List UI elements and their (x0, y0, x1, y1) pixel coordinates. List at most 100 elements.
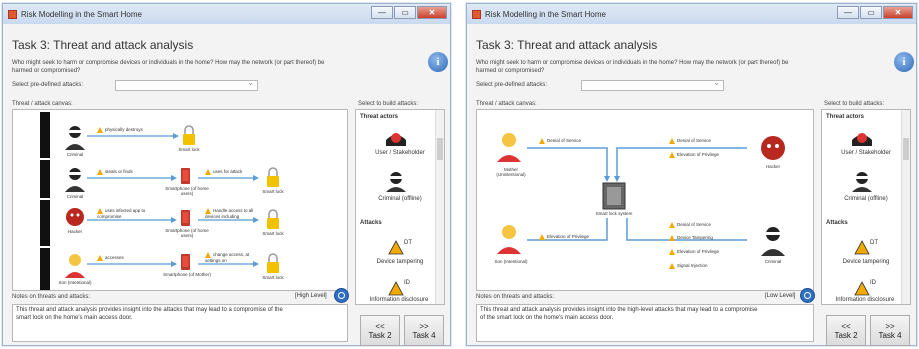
user-stakeholder-icon (386, 133, 406, 146)
title-bar[interactable]: Risk Modelling in the Smart Home — ▭ ✕ (467, 4, 916, 24)
criminal-offline-label[interactable]: Criminal (offline) (828, 196, 904, 202)
device-label: Smartphone (of home users) (165, 228, 209, 238)
prev-label: Task 2 (834, 331, 858, 340)
palette-label: Select to build attacks: (358, 101, 419, 107)
dt-code: DT (870, 240, 878, 246)
window-right: Risk Modelling in the Smart Home — ▭ ✕ T… (466, 3, 917, 346)
info-icon[interactable]: i (428, 52, 448, 72)
user-stakeholder-label[interactable]: User / Stakeholder (828, 150, 904, 156)
prev-task-button[interactable]: << Task 2 (826, 315, 866, 346)
question-line: Who might seek to harm or compromise dev… (476, 60, 789, 66)
attack-label: Denial of Service (669, 222, 711, 228)
criminal-offline-label[interactable]: Criminal (offline) (362, 196, 438, 202)
notes-line: This threat and attack analysis provides… (16, 307, 283, 313)
select-label: Select pre-defined attacks: (12, 82, 84, 88)
level-toggle[interactable]: [Low Level] (765, 293, 795, 299)
next-label: Task 4 (878, 331, 902, 340)
question-line: harmed or compromised? (476, 68, 545, 74)
warning-icon (388, 281, 404, 296)
window-content: Task 3: Threat and attack analysis i Who… (3, 24, 450, 346)
minimize-button[interactable]: — (837, 6, 859, 19)
attack-label: physically destroys (97, 127, 143, 133)
lock-icon (183, 125, 195, 145)
smartphone-icon (181, 168, 190, 184)
warning-icon (854, 281, 870, 296)
next-task-button[interactable]: >> Task 4 (404, 315, 444, 346)
prev-arrow: << (841, 322, 851, 331)
app-icon (472, 9, 481, 19)
question-text: Who might seek to harm or compromise dev… (476, 59, 876, 75)
zoom-icon[interactable] (800, 288, 815, 303)
information-disclosure-label[interactable]: Information disclosure (824, 297, 906, 303)
id-code: ID (404, 280, 410, 286)
notes-textarea[interactable]: This threat and attack analysis provides… (476, 304, 814, 342)
smartphone-icon (181, 254, 190, 270)
attacks-heading: Attacks (826, 220, 848, 226)
actor-label: Criminal (66, 194, 84, 199)
smart-lock-system-icon (602, 182, 626, 210)
device-label: Smartphone (of Mother) (163, 272, 211, 277)
attack-label: Device Tampering (669, 235, 713, 241)
title-bar[interactable]: Risk Modelling in the Smart Home — ▭ ✕ (3, 4, 450, 24)
warning-icon (854, 240, 870, 255)
user-stakeholder-icon (852, 133, 872, 146)
information-disclosure-label[interactable]: Information disclosure (358, 297, 440, 303)
attack-palette[interactable]: Threat actors User / Stakeholder Crimina… (821, 109, 911, 305)
close-button[interactable]: ✕ (417, 6, 447, 19)
attack-label: steals or finds (97, 169, 133, 175)
close-button[interactable]: ✕ (883, 6, 913, 19)
criminal-label: Criminal (764, 259, 782, 264)
user-stakeholder-label[interactable]: User / Stakeholder (362, 150, 438, 156)
palette-icons (852, 133, 872, 296)
son-icon (65, 254, 85, 278)
actor-label: Son (Intentional) (58, 280, 92, 285)
question-line: harmed or compromised? (12, 68, 81, 74)
next-task-button[interactable]: >> Task 4 (870, 315, 910, 346)
device-tampering-label[interactable]: Device tampering (362, 259, 438, 265)
target-label: Smart lock (262, 231, 284, 236)
smartphone-icon (181, 210, 190, 226)
hacker-icon (761, 136, 785, 160)
zoom-icon[interactable] (334, 288, 349, 303)
actor-label: Hacker (67, 229, 83, 234)
attack-canvas[interactable]: Criminal physically destroys Smart lock … (12, 109, 348, 291)
attack-label: change access, at settings on (205, 252, 250, 263)
actor-label: Criminal (66, 152, 84, 157)
maximize-button[interactable]: ▭ (394, 6, 416, 19)
target-label: Smart lock (262, 275, 284, 280)
canvas-label: Threat / attack canvas: (476, 101, 537, 107)
maximize-button[interactable]: ▭ (860, 6, 882, 19)
attack-label: Elevation of Privilege (669, 152, 719, 158)
lock-icon (267, 167, 279, 187)
info-icon[interactable]: i (894, 52, 914, 72)
question-text: Who might seek to harm or compromise dev… (12, 59, 412, 75)
prev-task-button[interactable]: << Task 2 (360, 315, 400, 346)
lock-icon (267, 253, 279, 273)
system-label: Smart lock system (595, 211, 633, 216)
criminal-icon (65, 126, 85, 150)
attack-canvas[interactable]: Mother (Unintentional) Son (Intentional)… (476, 109, 814, 291)
next-arrow: >> (419, 322, 429, 331)
notes-line: of the smart lock on the home's main acc… (480, 314, 614, 321)
attack-palette[interactable]: Threat actors User / Stakeholder Crimina… (355, 109, 445, 305)
criminal-icon (65, 168, 85, 192)
predefined-attacks-select[interactable] (115, 78, 258, 91)
level-toggle[interactable]: [High Level] (295, 293, 327, 299)
attack-label: Denial of Service (539, 138, 581, 144)
page-title: Task 3: Threat and attack analysis (476, 38, 658, 52)
warning-icon (388, 240, 404, 255)
page-title: Task 3: Threat and attack analysis (12, 38, 194, 52)
window-content: Task 3: Threat and attack analysis i Who… (467, 24, 916, 346)
prev-label: Task 2 (368, 331, 392, 340)
dt-code: DT (404, 240, 412, 246)
attack-label: Signal Injection (669, 263, 708, 269)
notes-textarea[interactable]: This threat and attack analysis provides… (12, 304, 348, 342)
attacks-heading: Attacks (360, 220, 382, 226)
device-tampering-label[interactable]: Device tampering (828, 259, 904, 265)
criminal-icon (852, 172, 872, 192)
minimize-button[interactable]: — (371, 6, 393, 19)
left-canvas-diagram (65, 125, 279, 278)
window-title: Risk Modelling in the Smart Home (485, 9, 606, 19)
predefined-attacks-select[interactable] (581, 78, 724, 91)
mother-label: Mother (Unintentional) (496, 167, 526, 177)
